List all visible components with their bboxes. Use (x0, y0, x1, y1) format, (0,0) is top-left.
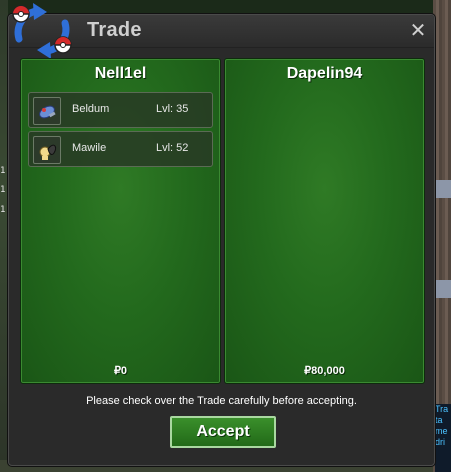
right-money-offer: ₽80,000 (304, 365, 345, 377)
trade-arrows-icon (12, 3, 72, 59)
background-mark: 1 (0, 185, 6, 195)
chat-line: me (435, 426, 448, 436)
beldum-icon (33, 97, 61, 125)
trade-item-beldum[interactable]: Beldum Lvl: 35 (28, 92, 213, 128)
left-trainer-name: Nell1el (94, 65, 147, 82)
background-mark: 1 (0, 205, 6, 215)
item-level: Lvl: 35 (156, 103, 189, 115)
item-name: Beldum (72, 103, 110, 115)
right-trade-panel: Dapelin94 ₽80,000 (224, 58, 425, 384)
chat-line: ta (435, 415, 443, 425)
trade-notice: Please check over the Trade carefully be… (86, 395, 357, 407)
background-mark: 1 (0, 166, 6, 176)
close-icon[interactable]: ✕ (408, 19, 428, 41)
item-level: Lvl: 52 (156, 142, 189, 154)
chat-line: Tra (435, 404, 449, 414)
background-chat: Tra ta me dri (435, 404, 451, 472)
mawile-icon (33, 136, 61, 164)
background-right-strip: Tra ta me dri (433, 0, 451, 472)
item-name: Mawile (72, 142, 107, 154)
left-money-offer: ₽0 (113, 365, 128, 377)
accept-button[interactable]: Accept (170, 416, 276, 448)
left-trade-panel: Nell1el Beldum Lvl: 35 Mawile Lvl: 52 ₽0 (20, 58, 221, 384)
trade-item-mawile[interactable]: Mawile Lvl: 52 (28, 131, 213, 167)
trade-dialog: Trade ✕ Nell1el Beldum Lvl: 35 Mawile Lv… (8, 3, 435, 466)
chat-line: dri (435, 437, 446, 447)
background-left-strip: 1 1 1 (0, 0, 8, 472)
dialog-title: Trade (87, 19, 142, 41)
right-trainer-name: Dapelin94 (286, 65, 363, 82)
background-stripe (433, 280, 451, 298)
background-stripe (433, 180, 451, 198)
